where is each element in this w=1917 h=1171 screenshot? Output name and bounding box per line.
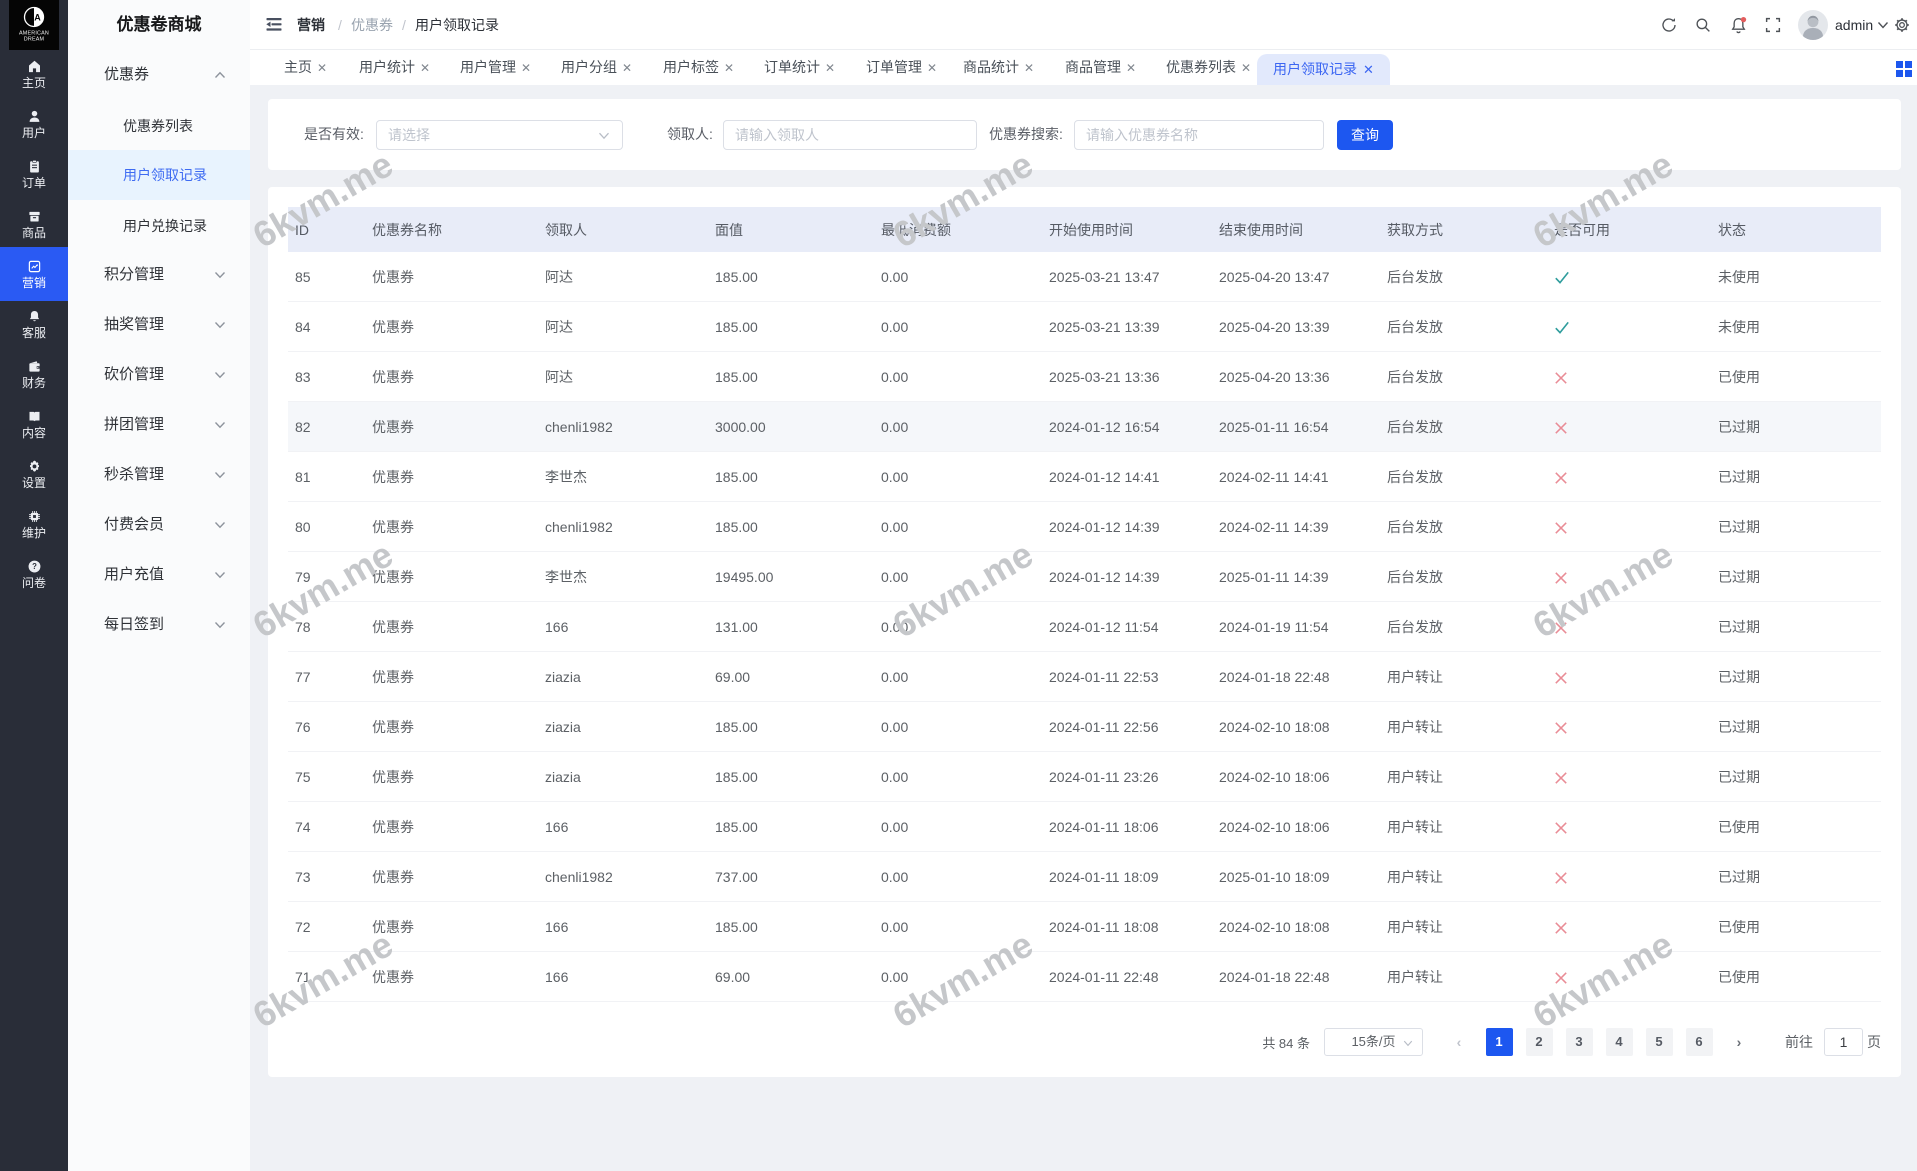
svg-text:A: A bbox=[34, 13, 41, 23]
svg-text:?: ? bbox=[32, 562, 37, 571]
